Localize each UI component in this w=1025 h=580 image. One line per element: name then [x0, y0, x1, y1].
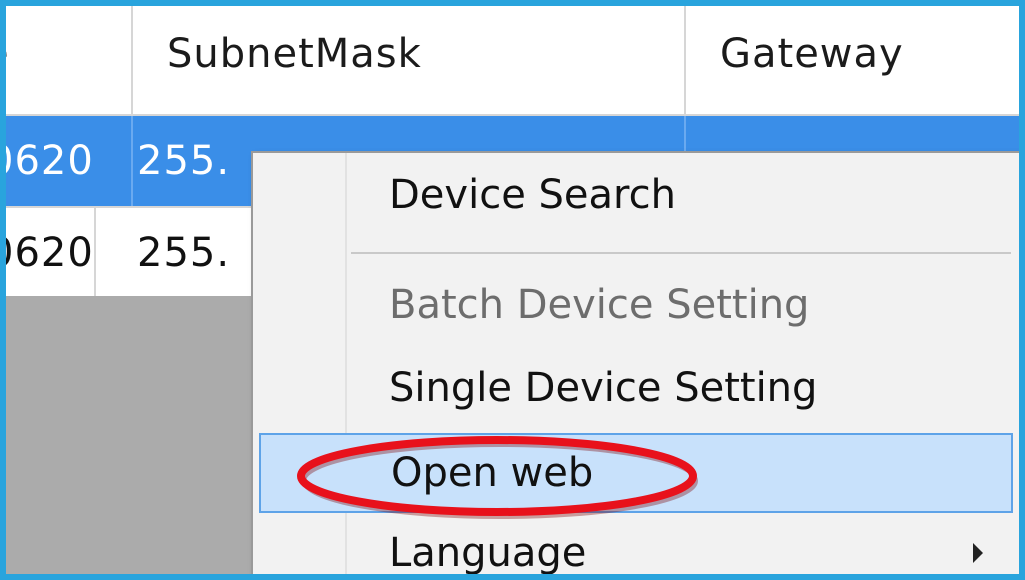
cell-subnetmask: 255. — [133, 208, 253, 296]
menu-item-single-device-setting[interactable]: Single Device Setting — [257, 348, 1013, 428]
menu-item-label: Language — [389, 530, 587, 576]
cell-name: 0620 — [6, 208, 96, 296]
menu-separator — [351, 252, 1011, 254]
column-header-gateway-label: Gateway — [720, 31, 904, 77]
column-header-subnetmask-label: SubnetMask — [167, 31, 422, 77]
menu-item-device-search[interactable]: Device Search — [257, 155, 1013, 235]
column-header-gateway[interactable]: Gateway — [686, 6, 1019, 114]
menu-item-batch-device-setting: Batch Device Setting — [257, 265, 1013, 345]
menu-item-label: Device Search — [389, 172, 676, 218]
menu-item-label: Single Device Setting — [389, 365, 818, 411]
app-window: e SubnetMask Gateway 0620 255. 0620 255.… — [0, 0, 1025, 580]
submenu-arrow-icon — [973, 543, 983, 563]
cell-name: 0620 — [6, 116, 133, 206]
column-header-subnetmask[interactable]: SubnetMask — [133, 6, 686, 114]
column-header-name[interactable]: e — [6, 6, 133, 114]
column-header-name-label: e — [6, 31, 10, 77]
menu-item-label: Batch Device Setting — [389, 282, 810, 328]
table-header: e SubnetMask Gateway — [6, 6, 1019, 116]
highlight-ellipse-annotation — [297, 436, 698, 519]
table-row[interactable]: 0620 255. — [6, 206, 253, 296]
